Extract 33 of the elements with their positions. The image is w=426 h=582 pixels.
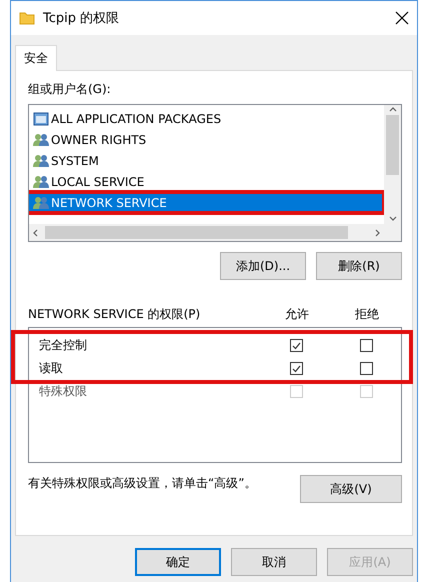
list-item[interactable]: NETWORK SERVICE [29,192,384,213]
list-item[interactable]: SYSTEM [33,150,384,171]
dialog-button[interactable]: 确定 [135,548,221,576]
allow-checkbox[interactable] [290,362,302,375]
horizontal-scrollbar[interactable] [29,224,384,241]
allow-checkbox[interactable] [290,339,302,352]
tab[interactable]: 安全 [15,45,57,71]
window-title: Tcpip 的权限 [43,10,120,27]
permission-name: 读取 [39,360,64,377]
list-item[interactable]: LOCAL SERVICE [33,171,384,192]
permission-name: 特殊权限 [39,383,88,400]
vertical-scrollbar[interactable] [384,105,401,224]
users-icon [33,132,49,146]
advanced-note: 有关特殊权限或高级设置，请单击“高级”。 [28,475,256,492]
list-button[interactable]: 删除(R) [316,252,402,280]
deny-header: 拒绝 [355,306,379,323]
permission-name: 完全控制 [39,337,88,354]
deny-checkbox[interactable] [360,339,372,352]
allow-header: 允许 [285,306,309,323]
list-item[interactable]: ALL APPLICATION PACKAGES [33,108,384,129]
deny-checkbox[interactable] [360,362,372,375]
folder-icon [19,11,35,25]
permissions-label: NETWORK SERVICE 的权限(P) [28,306,202,323]
users-icon [33,154,49,168]
advanced-button[interactable]: 高级(V) [300,475,402,503]
close-icon[interactable] [395,11,409,25]
users-label: 组或用户名(G): [28,81,112,98]
list-item[interactable]: OWNER RIGHTS [33,129,384,150]
dialog-button[interactable]: 取消 [231,548,317,576]
list-button[interactable]: 添加(D)... [220,252,306,280]
users-icon [33,196,49,210]
users-icon [33,174,49,188]
package-icon [33,112,49,126]
